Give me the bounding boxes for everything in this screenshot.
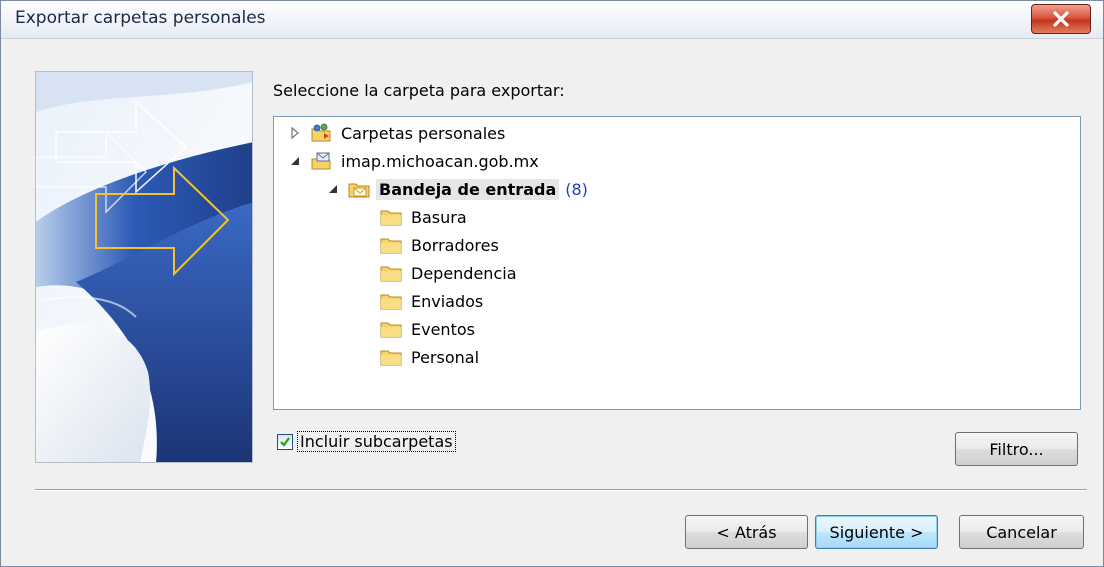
- folder-icon: [380, 235, 402, 255]
- tree-item-folder[interactable]: Enviados: [380, 289, 486, 313]
- close-button[interactable]: [1031, 4, 1091, 34]
- mail-server-icon: [310, 151, 332, 171]
- tree-item-label: Dependencia: [411, 263, 517, 283]
- inbox-folder-icon: [348, 179, 370, 199]
- tree-item-inbox[interactable]: Bandeja de entrada (8): [326, 177, 588, 201]
- tree-item-personal-folders[interactable]: Carpetas personales: [288, 121, 508, 145]
- folder-icon: [380, 207, 402, 227]
- checkmark-icon: [280, 436, 290, 447]
- separator: [35, 489, 1087, 491]
- tree-item-folder[interactable]: Borradores: [380, 233, 502, 257]
- export-dialog: Exportar carpetas personales Seleccione …: [0, 0, 1104, 567]
- include-subfolders-checkbox[interactable]: Incluir subcarpetas: [277, 431, 456, 452]
- tree-item-label: Personal: [411, 347, 480, 367]
- tree-item-label: Borradores: [411, 235, 499, 255]
- select-folder-prompt: Seleccione la carpeta para exportar:: [273, 81, 565, 100]
- tree-item-label: Enviados: [411, 291, 484, 311]
- tree-item-label: imap.michoacan.gob.mx: [341, 151, 539, 171]
- folder-tree[interactable]: Carpetas personales imap.michoacan.gob.m…: [273, 116, 1081, 410]
- folder-icon: [380, 263, 402, 283]
- folder-icon: [380, 347, 402, 367]
- tree-item-label: Basura: [411, 207, 467, 227]
- collapse-arrow-icon[interactable]: [326, 182, 340, 196]
- checkbox-box[interactable]: [277, 433, 293, 450]
- title-bar[interactable]: Exportar carpetas personales: [1, 1, 1103, 39]
- close-icon: [1053, 11, 1069, 27]
- tree-item-folder[interactable]: Personal: [380, 345, 482, 369]
- wizard-banner-image: [35, 71, 253, 463]
- tree-item-label: Carpetas personales: [341, 123, 506, 143]
- back-button[interactable]: < Atrás: [685, 515, 808, 549]
- tree-item-imap-account[interactable]: imap.michoacan.gob.mx: [288, 149, 542, 173]
- unread-count: (8): [565, 179, 588, 199]
- cancel-button[interactable]: Cancelar: [959, 515, 1084, 549]
- filter-button[interactable]: Filtro...: [955, 432, 1078, 466]
- tree-item-label: Eventos: [411, 319, 475, 339]
- expand-arrow-icon[interactable]: [288, 126, 302, 140]
- tree-item-folder[interactable]: Eventos: [380, 317, 478, 341]
- personal-folders-icon: [310, 123, 332, 143]
- collapse-arrow-icon[interactable]: [288, 154, 302, 168]
- folder-icon: [380, 319, 402, 339]
- tree-item-folder[interactable]: Dependencia: [380, 261, 520, 285]
- tree-item-folder[interactable]: Basura: [380, 205, 470, 229]
- next-button[interactable]: Siguiente >: [815, 515, 938, 549]
- window-title: Exportar carpetas personales: [15, 8, 266, 28]
- folder-icon: [380, 291, 402, 311]
- tree-item-label: Bandeja de entrada: [376, 178, 560, 200]
- include-subfolders-label: Incluir subcarpetas: [297, 431, 456, 452]
